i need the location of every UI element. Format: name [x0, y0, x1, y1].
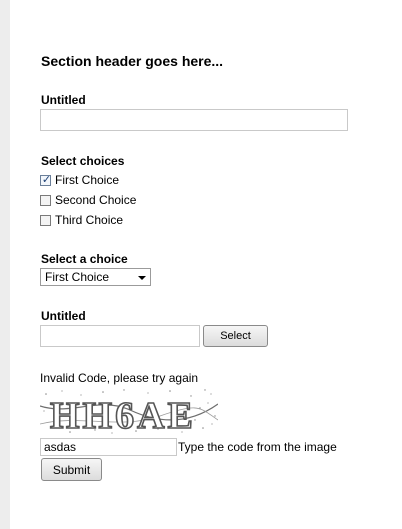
checkbox-checked-icon[interactable]: ✓ [40, 174, 51, 186]
checkbox-label: Second Choice [55, 193, 137, 207]
captcha-hint: Type the code from the image [178, 440, 337, 454]
dropdown-label: Select a choice [41, 252, 128, 266]
checkbox-second-choice[interactable]: Second Choice [40, 193, 136, 207]
captcha-code-input[interactable] [40, 438, 177, 456]
field1-label: Untitled [41, 93, 86, 107]
checkbox-first-choice[interactable]: ✓ First Choice [40, 173, 119, 187]
checkbox-label: Third Choice [55, 213, 124, 227]
captcha-text: HH6AE [50, 395, 196, 437]
chevron-down-icon [138, 276, 146, 280]
checkbox-unchecked-icon[interactable] [40, 194, 51, 206]
submit-button[interactable]: Submit [41, 458, 102, 481]
section-header: Section header goes here... [41, 53, 224, 69]
checkbox-label: First Choice [55, 173, 120, 187]
choice-dropdown[interactable]: First Choice [40, 268, 151, 286]
checkbox-third-choice[interactable]: Third Choice [40, 213, 123, 227]
dropdown-selected-value: First Choice [45, 270, 110, 284]
untitled-text-field-2[interactable] [40, 325, 200, 347]
untitled-text-field[interactable] [40, 109, 348, 131]
field2-label: Untitled [41, 309, 86, 323]
form: Section header goes here... Untitled Sel… [0, 0, 402, 529]
select-button[interactable]: Select [203, 325, 268, 347]
checkbox-group-label: Select choices [41, 154, 125, 168]
checkbox-unchecked-icon[interactable] [40, 214, 51, 226]
captcha-image: HH6AE [39, 386, 219, 438]
captcha-error-message: Invalid Code, please try again [40, 371, 199, 385]
